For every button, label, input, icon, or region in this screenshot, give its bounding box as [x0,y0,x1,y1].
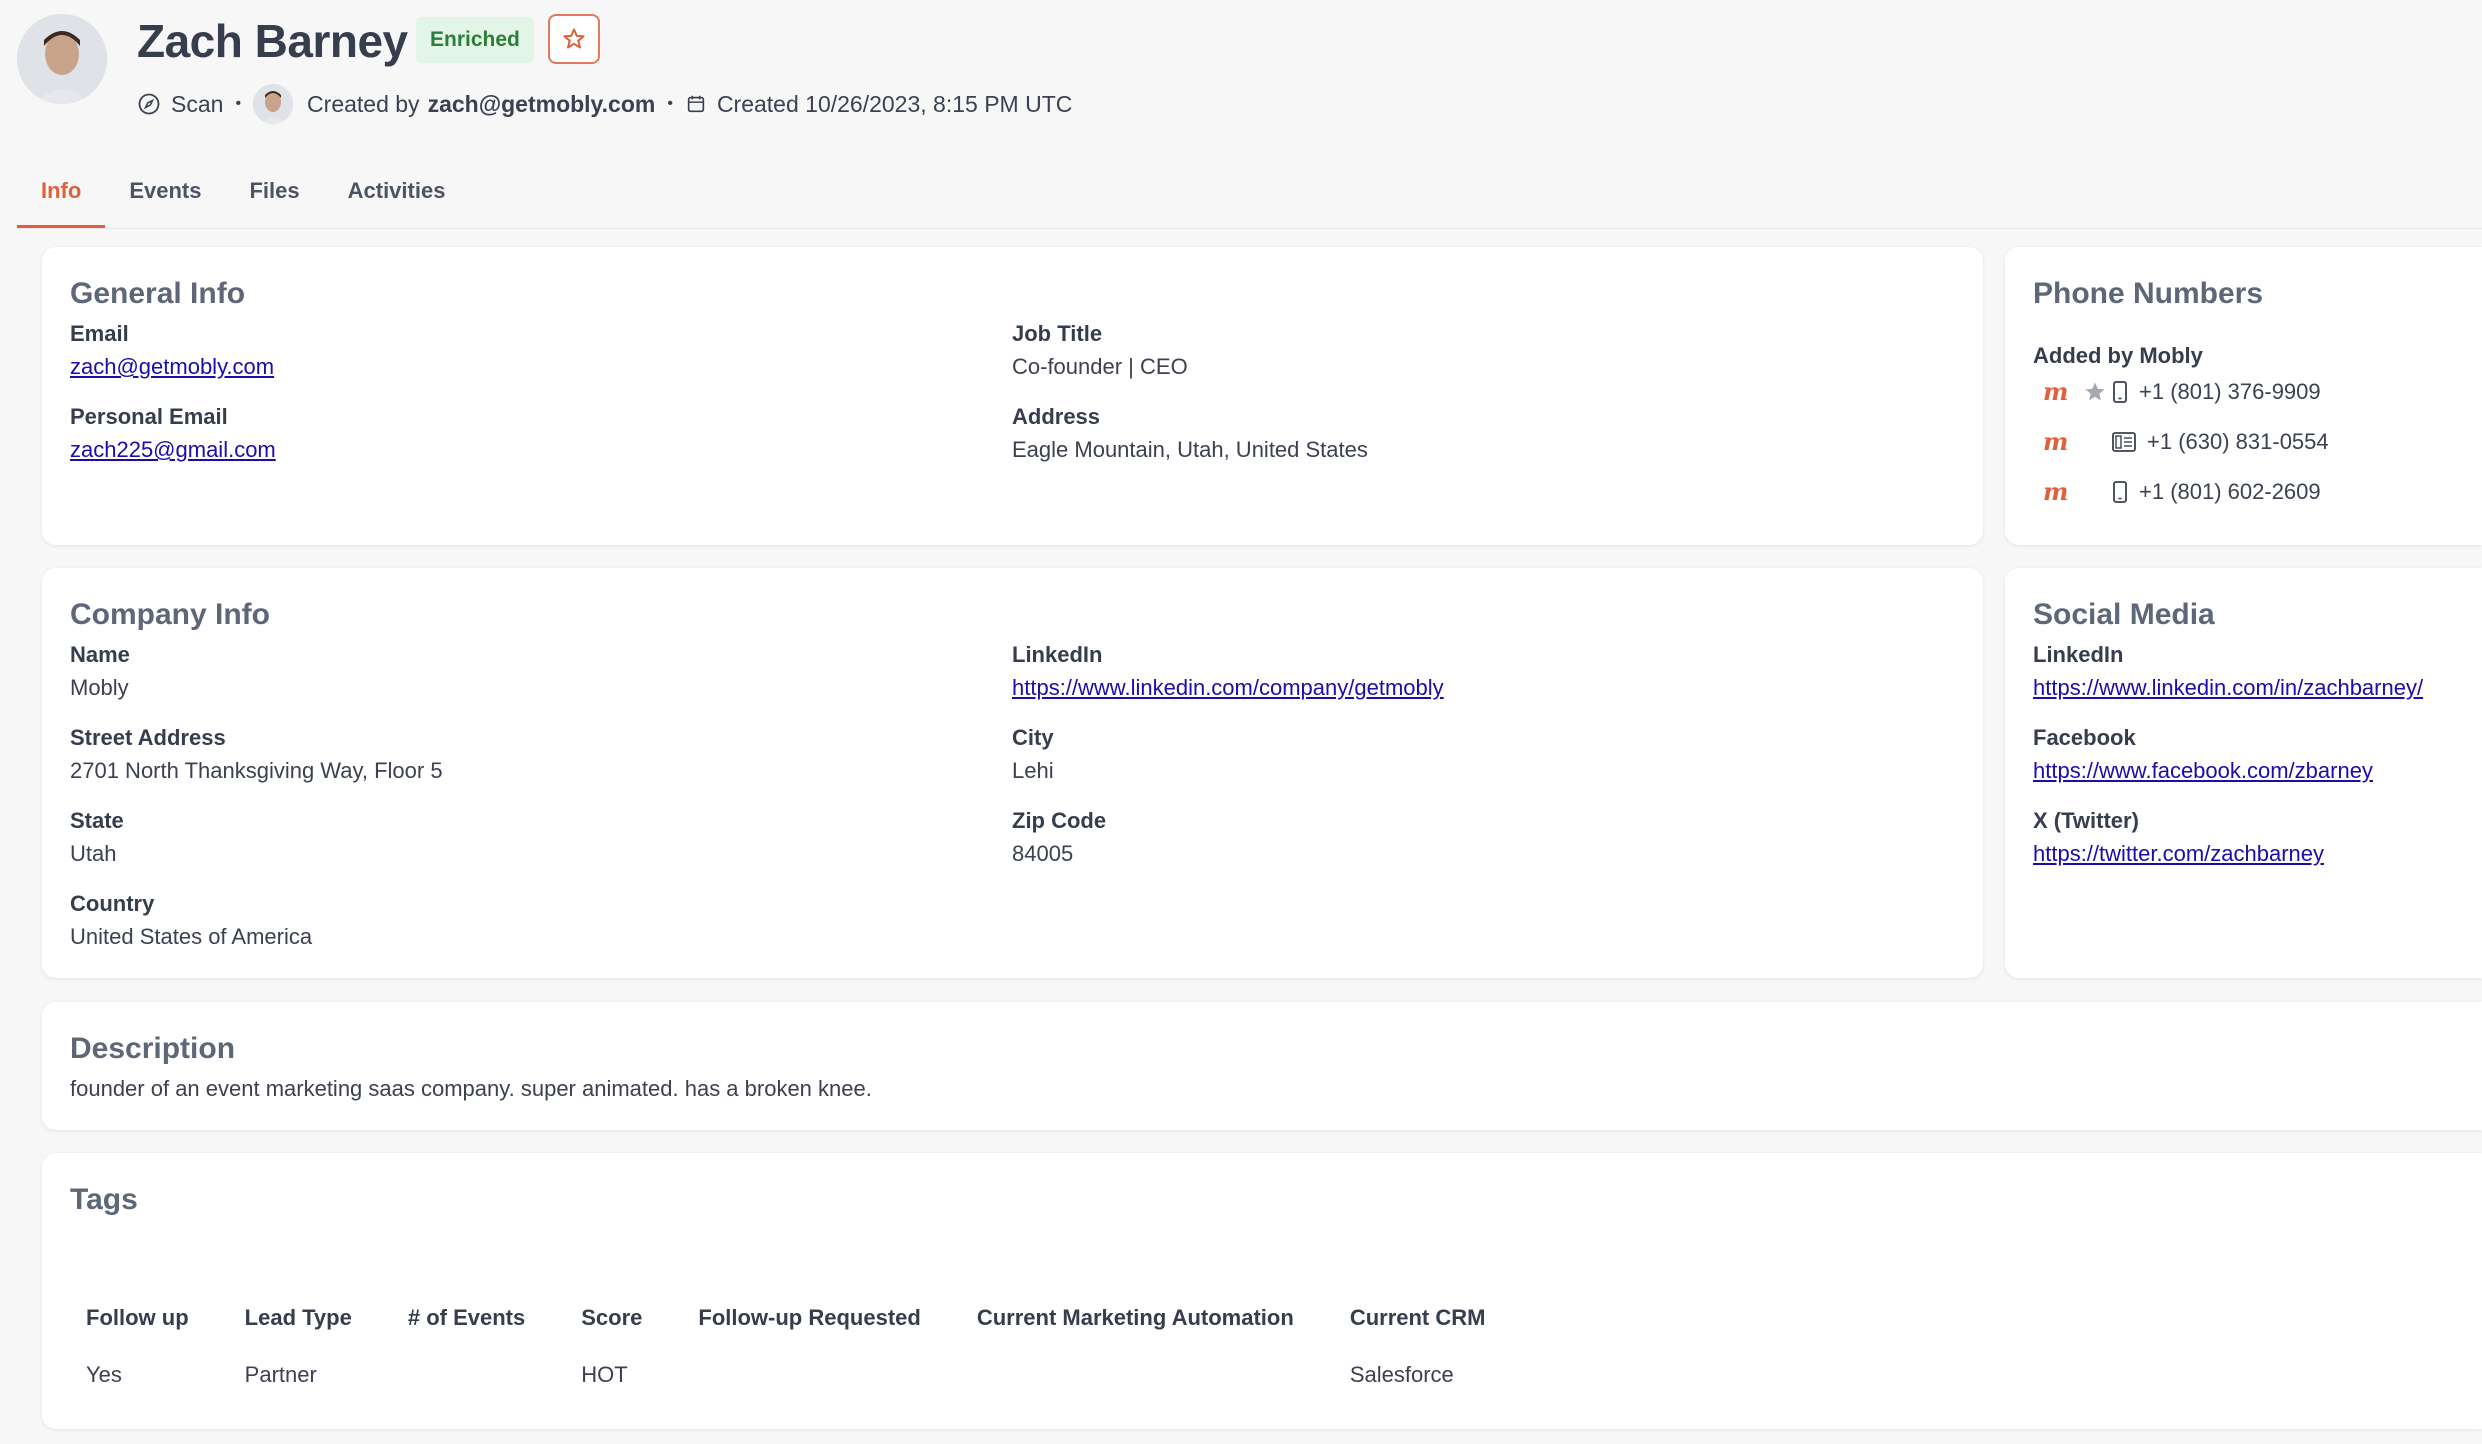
tag-header: Score [581,1305,643,1330]
zip-code-label: Zip Code [1012,808,1107,833]
description-text: founder of an event marketing saas compa… [70,1076,872,1101]
company-linkedin-label: LinkedIn [1012,642,1103,667]
job-title-value: Co-founder | CEO [1012,354,1188,379]
tag-header: # of Events [407,1305,526,1330]
general-info-card: General Info Email zach@getmobly.com Per… [42,247,1983,545]
card-title: Company Info [70,598,270,631]
tags-value-row: Yes Partner HOT Salesforce [64,1343,1519,1407]
tag-header: Current CRM [1349,1305,1486,1330]
tag-header: Follow up [86,1305,189,1330]
city-label: City [1012,725,1054,750]
mobly-logo-icon: m [2043,377,2069,406]
zip-code-value: 84005 [1012,841,1074,866]
twitter-link[interactable]: https://twitter.com/zachbarney [2033,841,2324,867]
email-link[interactable]: zach@getmobly.com [70,354,274,380]
email-label: Email [70,321,129,346]
phone-numbers-card: Phone Numbers Added by Mobly m +1 (801) … [2005,247,2482,545]
street-address-value: 2701 North Thanksgiving Way, Floor 5 [70,758,443,783]
card-title: General Info [70,277,246,310]
job-title-label: Job Title [1012,321,1103,346]
social-media-card: Social Media LinkedIn https://www.linked… [2005,568,2482,978]
street-address-label: Street Address [70,725,226,750]
created-date: Created 10/26/2023, 8:15 PM UTC [716,90,1073,117]
tab-events[interactable]: Events [105,160,225,228]
created-by-user: zach@getmobly.com [427,90,656,117]
tab-bar: Info Events Files Activities [17,160,2482,229]
tag-header: Current Marketing Automation [976,1305,1294,1330]
state-value: Utah [70,841,117,866]
tag-value [386,1343,559,1407]
mobile-icon [2111,480,2139,504]
tab-info[interactable]: Info [17,160,106,228]
tags-header-row: Follow up Lead Type # of Events Score Fo… [64,1293,1519,1343]
personal-email-link[interactable]: zach225@gmail.com [70,437,276,463]
tag-value: Partner [244,1362,317,1387]
created-by-prefix: Created by [307,90,420,117]
contact-name: Zach Barney [137,15,408,67]
phone-row[interactable]: m +1 (630) 831-0554 [2043,427,2329,456]
company-linkedin-link[interactable]: https://www.linkedin.com/company/getmobl… [1012,675,1444,701]
separator-dot: • [667,95,673,112]
star-outline-icon [563,28,585,49]
tag-header: Follow-up Requested [698,1305,921,1330]
description-card: Description founder of an event marketin… [42,1002,2482,1130]
source-label: Scan [171,90,224,117]
phone-number: +1 (801) 602-2609 [2139,478,2321,504]
tags-card: Tags Follow up Lead Type # of Events Sco… [42,1153,2482,1429]
phone-number: +1 (801) 376-9909 [2139,378,2321,404]
office-phone-icon [2111,430,2147,454]
creator-avatar [253,84,294,124]
company-name-value: Mobly [70,675,129,700]
tag-header: Lead Type [244,1305,352,1330]
calendar-icon [685,93,707,115]
tag-value [955,1343,1328,1407]
favorite-button[interactable] [548,14,600,64]
social-linkedin-label: LinkedIn [2033,642,2124,667]
tag-value: Salesforce [1349,1362,1454,1387]
card-title: Tags [70,1183,138,1216]
phone-row[interactable]: m +1 (801) 602-2609 [2043,477,2321,506]
facebook-label: Facebook [2033,725,2136,750]
tab-activities[interactable]: Activities [324,160,470,228]
company-info-card: Company Info Name Mobly Street Address 2… [42,568,1983,978]
primary-star-icon[interactable] [2079,380,2111,404]
phone-row[interactable]: m +1 (801) 376-9909 [2043,377,2321,406]
address-value: Eagle Mountain, Utah, United States [1012,437,1368,462]
city-value: Lehi [1012,758,1054,783]
mobly-logo-icon: m [2043,477,2069,506]
tab-files[interactable]: Files [225,160,323,228]
mobile-icon [2111,380,2139,404]
separator-dot: • [235,95,242,112]
country-label: Country [70,891,155,916]
contact-avatar [17,14,107,104]
enriched-badge: Enriched [416,17,534,63]
address-label: Address [1012,404,1101,429]
country-value: United States of America [70,924,313,949]
phone-number: +1 (630) 831-0554 [2147,428,2329,454]
compass-icon [137,92,161,116]
personal-email-label: Personal Email [70,404,228,429]
facebook-link[interactable]: https://www.facebook.com/zbarney [2033,758,2373,784]
company-name-label: Name [70,642,130,667]
tag-value: Yes [86,1362,122,1387]
card-title: Phone Numbers [2033,277,2264,310]
card-title: Description [70,1032,236,1065]
card-title: Social Media [2033,598,2215,631]
tags-table: Follow up Lead Type # of Events Score Fo… [64,1293,1519,1407]
tag-value [676,1343,954,1407]
twitter-label: X (Twitter) [2033,808,2139,833]
state-label: State [70,808,124,833]
tag-value: HOT [581,1362,628,1387]
mobly-logo-icon: m [2043,427,2069,456]
social-linkedin-link[interactable]: https://www.linkedin.com/in/zachbarney/ [2033,675,2423,701]
contact-meta: Scan • Created by zach@getmobly.com • Cr… [137,84,1072,124]
phones-group-label: Added by Mobly [2033,343,2203,368]
